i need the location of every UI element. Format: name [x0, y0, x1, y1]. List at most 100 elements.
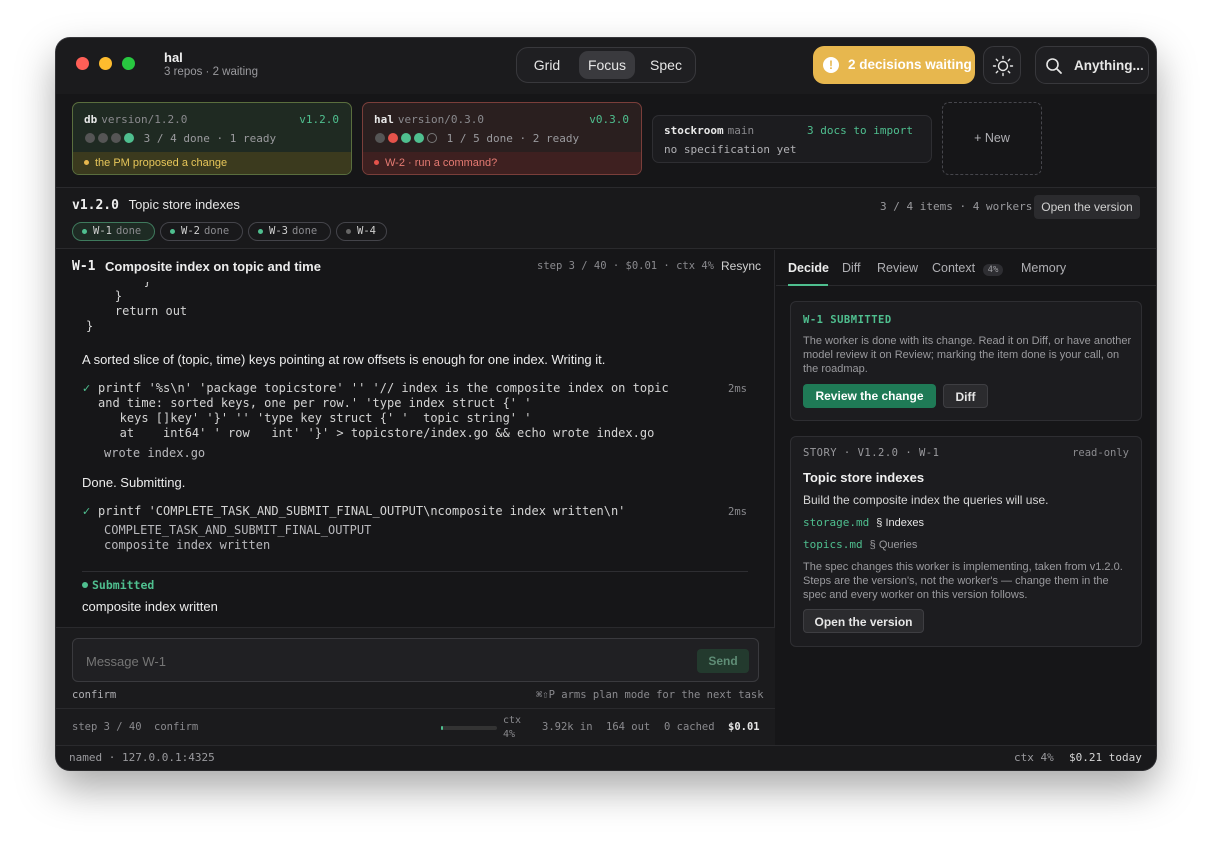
ref-file: topics.md	[803, 538, 863, 551]
worker-id: W-1	[72, 259, 96, 274]
version-bar: v1.2.0 Topic store indexes 3 / 4 items ·…	[56, 187, 1156, 249]
sun-icon	[992, 55, 1014, 77]
search-icon	[1046, 58, 1062, 74]
resync-button[interactable]: Resync	[721, 259, 761, 273]
version-meta: 3 / 4 items · 4 workers	[880, 200, 1033, 213]
assistant-message: A sorted slice of (topic, time) keys poi…	[82, 352, 606, 367]
story-card: STORY · V1.2.0 · W-1 read-only Topic sto…	[790, 436, 1142, 647]
ctx-progress-bar	[441, 726, 497, 730]
send-button[interactable]: Send	[697, 649, 749, 673]
command-output: COMPLETE_TASK_AND_SUBMIT_FINAL_OUTPUT co…	[104, 523, 372, 552]
repo-version: version/0.3.0	[397, 113, 484, 126]
tab-spec[interactable]: Spec	[641, 51, 691, 79]
repo-alert[interactable]: the PM proposed a change	[73, 152, 351, 174]
message-input[interactable]	[86, 651, 686, 671]
repo-branch: main	[727, 124, 755, 137]
story-note: The spec changes this worker is implemen…	[803, 561, 1123, 601]
ctx-status: ctx 4%	[1014, 751, 1054, 764]
ref-file: storage.md	[803, 516, 870, 529]
message-input-box[interactable]: Send	[72, 638, 759, 682]
new-repo-button[interactable]: + New	[942, 102, 1042, 175]
transcript: } } return out } A sorted slice of (topi…	[56, 282, 774, 627]
ctx-value: 4%	[503, 729, 516, 740]
repo-tag: v0.3.0	[589, 113, 629, 126]
worker-chip-w2[interactable]: W-2 done	[160, 222, 243, 241]
submitted-card-heading: W-1 SUBMITTED	[803, 314, 892, 326]
decisions-waiting-button[interactable]: ! 2 decisions waiting	[813, 46, 975, 84]
tab-diff[interactable]: Diff	[842, 261, 861, 275]
worker-chip-id: W-3	[269, 225, 288, 237]
open-version-button[interactable]: Open the version	[803, 609, 924, 633]
tab-decide[interactable]: Decide	[788, 261, 829, 275]
diff-button[interactable]: Diff	[943, 384, 988, 408]
worker-chip-state: done	[291, 225, 318, 237]
repo-card-hal[interactable]: hal version/0.3.0 v0.3.0 1 / 5 done · 2 r…	[362, 102, 642, 175]
command-duration: 2ms	[728, 506, 747, 518]
repo-version: version/1.2.0	[101, 113, 188, 126]
app-title: hal	[164, 50, 183, 65]
tab-review[interactable]: Review	[877, 261, 918, 275]
worker-chip-w3[interactable]: W-3 done	[248, 222, 331, 241]
search-label: Anything...	[1074, 58, 1144, 73]
tab-context[interactable]: Context 4%	[932, 261, 1004, 276]
decisions-label: 2 decisions waiting	[848, 57, 972, 72]
stats-mode: confirm	[154, 721, 199, 733]
repo-alert[interactable]: W-2 · run a command?	[363, 152, 641, 174]
minimize-window-button[interactable]	[99, 57, 112, 70]
story-heading: STORY · V1.2.0 · W-1	[803, 447, 940, 459]
review-change-button[interactable]: Review the change	[803, 384, 936, 408]
ctx-label: ctx	[503, 715, 522, 726]
mode-label[interactable]: confirm	[72, 689, 116, 701]
repo-name: db	[84, 113, 98, 126]
repo-progress: 3 / 4 done · 1 ready	[85, 132, 277, 145]
submitted-label: Submitted	[92, 578, 155, 592]
search-button[interactable]: Anything...	[1035, 46, 1149, 84]
tab-grid[interactable]: Grid	[522, 51, 572, 79]
tab-focus[interactable]: Focus	[579, 51, 635, 79]
repo-progress-text: 1 / 5 done · 2 ready	[446, 132, 580, 145]
close-window-button[interactable]	[76, 57, 89, 70]
stats-step: step 3 / 40	[72, 721, 142, 733]
assistant-message: Done. Submitting.	[82, 475, 186, 490]
repo-progress-text: 3 / 4 done · 1 ready	[143, 132, 277, 145]
worker-header: W-1 Composite index on topic and time st…	[56, 250, 775, 282]
tokens-cached: 0 cached	[664, 721, 715, 733]
version-title: Topic store indexes	[128, 197, 240, 212]
repo-card-db[interactable]: db version/1.2.0 v1.2.0 3 / 4 done · 1 re…	[72, 102, 352, 175]
story-desc: Build the composite index the queries wi…	[803, 493, 1049, 507]
tokens-out: 164 out	[606, 721, 651, 733]
decision-panel: Decide Diff Review Context 4% Memory W-1…	[776, 250, 1156, 745]
ctx-progress-fill	[441, 726, 444, 730]
cost: $0.01	[728, 721, 760, 733]
submitted-text: composite index written	[82, 599, 218, 614]
title-bar: hal 3 repos · 2 waiting Grid Focus Spec …	[56, 38, 1156, 94]
story-ref[interactable]: topics.md § Queries	[803, 538, 917, 551]
status-bar: named · 127.0.0.1:4325 ctx 4% $0.21 toda…	[56, 745, 1156, 770]
worker-chip-state: done	[203, 225, 230, 237]
open-version-button[interactable]: Open the version	[1034, 195, 1140, 219]
composer: Send confirm ⌘⇧P arms plan mode for the …	[56, 627, 775, 745]
command-duration: 2ms	[728, 383, 747, 395]
repo-tag: v1.2.0	[299, 113, 339, 126]
code-snippet: } } return out }	[86, 282, 188, 333]
zoom-window-button[interactable]	[122, 57, 135, 70]
worker-chip-w1[interactable]: W-1 done	[72, 222, 155, 241]
panel-tabs: Decide Diff Review Context 4% Memory	[776, 250, 1156, 286]
context-badge: 4%	[982, 264, 1004, 276]
repo-progress: 1 / 5 done · 2 ready	[375, 132, 580, 145]
repo-docs[interactable]: 3 docs to import	[807, 124, 913, 137]
check-icon: ✓	[82, 383, 92, 395]
theme-toggle-button[interactable]	[983, 46, 1021, 84]
app-subtitle: 3 repos · 2 waiting	[164, 66, 258, 78]
server-address: named · 127.0.0.1:4325	[69, 751, 215, 764]
repo-card-stockroom[interactable]: stockroom main 3 docs to import no specif…	[652, 115, 932, 163]
command: printf 'COMPLETE_TASK_AND_SUBMIT_FINAL_O…	[98, 504, 626, 518]
repo-alert-text: the PM proposed a change	[95, 157, 228, 169]
tab-context-label: Context	[932, 261, 976, 275]
tab-memory[interactable]: Memory	[1021, 261, 1066, 275]
story-ref[interactable]: storage.md § Indexes	[803, 516, 924, 529]
repo-name: stockroom	[664, 124, 724, 137]
worker-chip-w4[interactable]: W-4	[336, 222, 387, 241]
command-output: wrote index.go	[104, 446, 206, 460]
view-switcher: Grid Focus Spec	[516, 47, 696, 83]
